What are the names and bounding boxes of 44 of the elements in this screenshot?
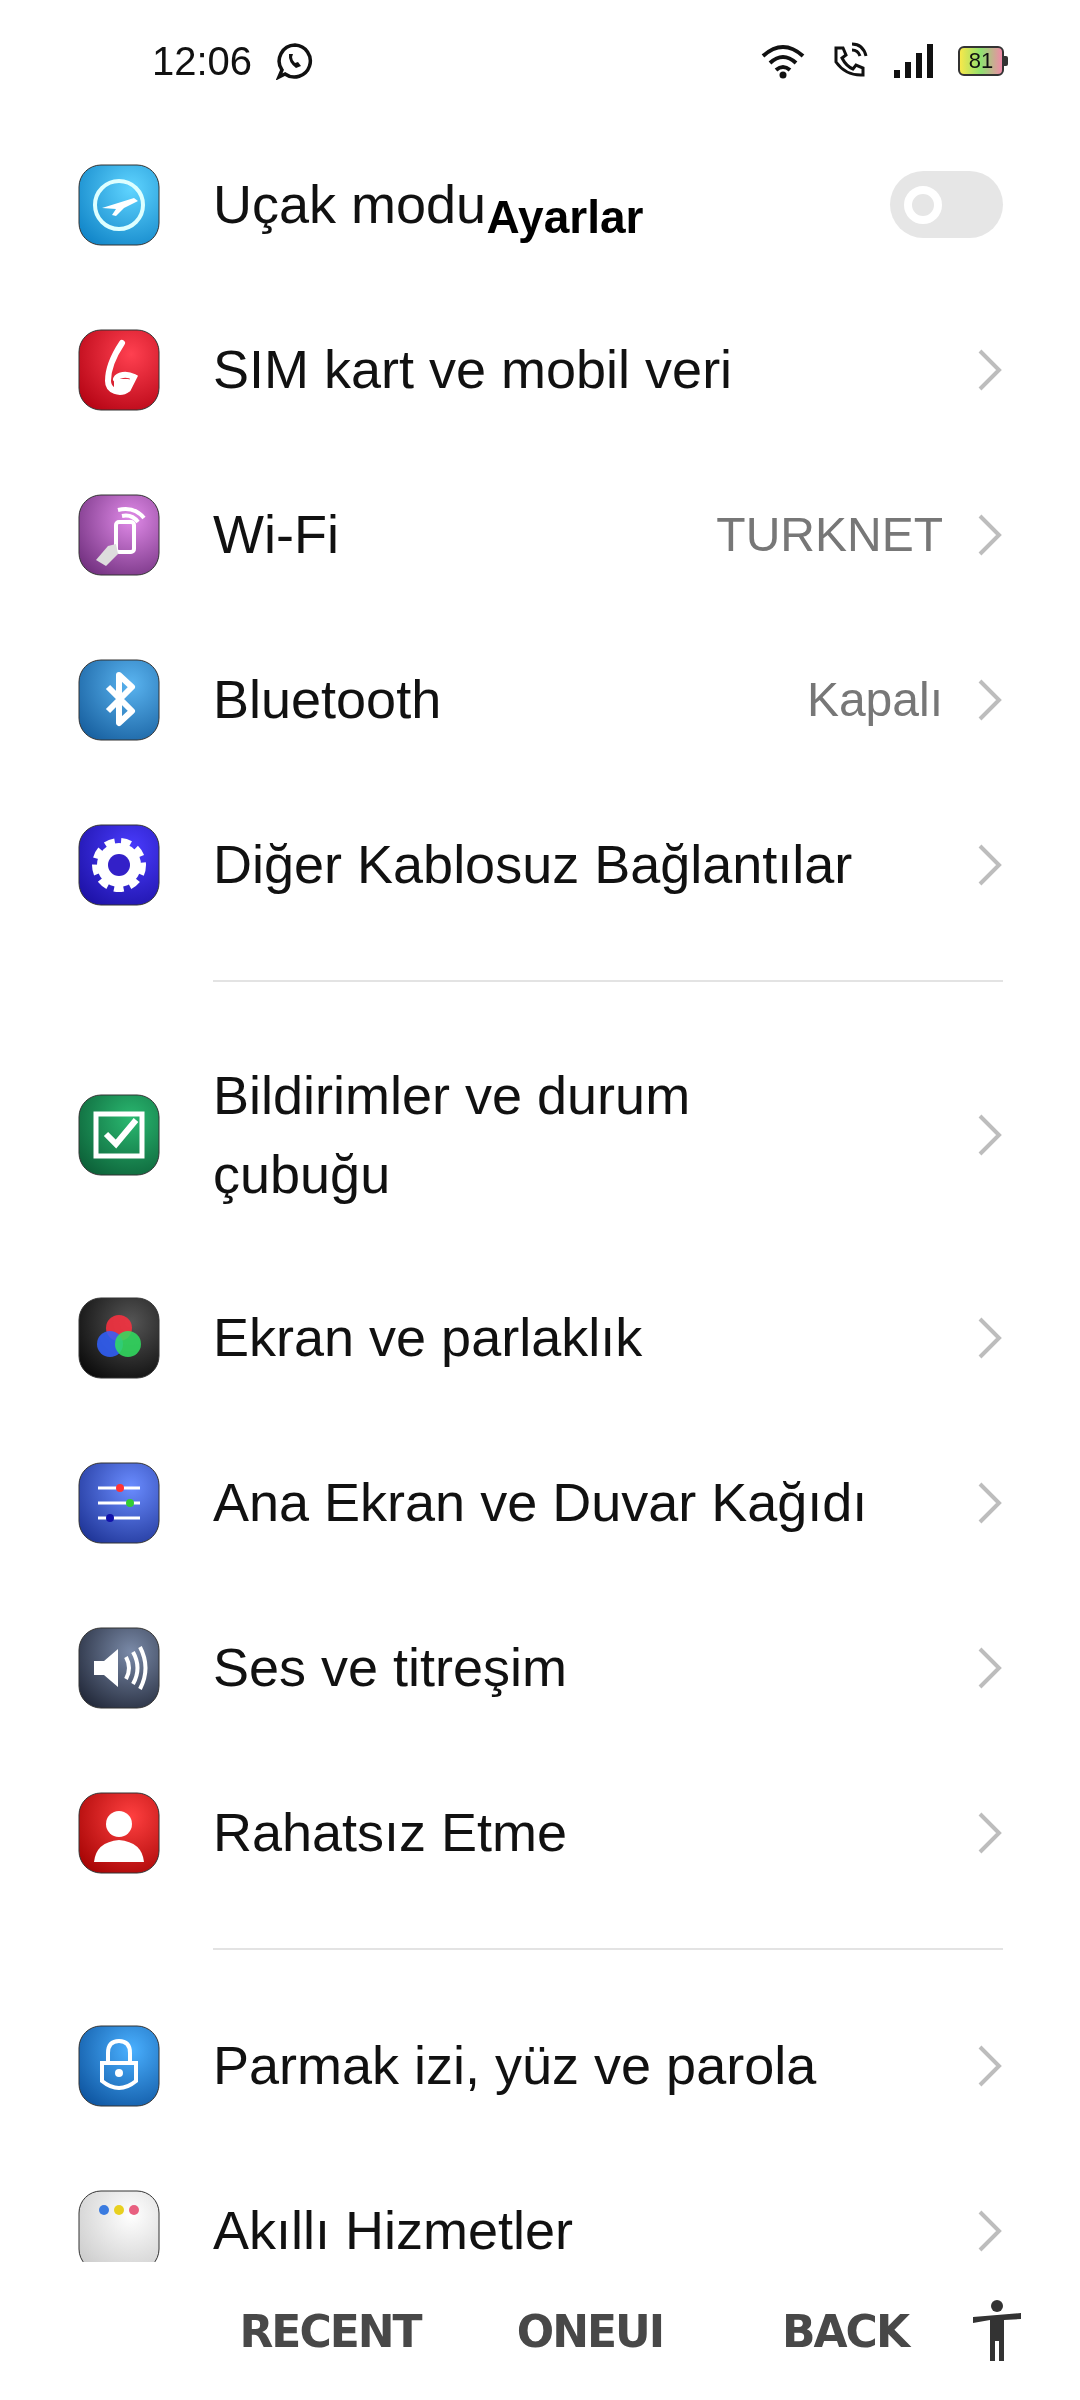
setting-label[interactable]: Ana Ekran ve Duvar Kağıdı (213, 1463, 868, 1542)
accessibility-icon[interactable] (970, 2299, 1024, 2363)
chevron-icon (977, 1480, 1003, 1525)
setting-label[interactable]: Bluetooth (213, 660, 442, 739)
chevron-icon (977, 347, 1003, 392)
gear-icon (78, 823, 160, 906)
setting-label[interactable]: Diğer Kablosuz Bağlantılar (213, 825, 853, 904)
checkmark-icon (78, 1094, 160, 1176)
chevron-icon (977, 1810, 1003, 1855)
chevron-icon (977, 1113, 1003, 1157)
setting-label[interactable]: SIM kart ve mobil veri (213, 330, 733, 409)
setting-label[interactable]: Rahatsız Etme (213, 1793, 568, 1872)
nav-button[interactable]: RECENT (239, 2305, 421, 2357)
chevron-icon (977, 2043, 1003, 2088)
chevron-icon (977, 2208, 1003, 2253)
person-icon (78, 1791, 160, 1874)
padlock-icon (78, 2024, 160, 2107)
setting-value: Kapalı (806, 672, 943, 727)
airplane-icon (78, 163, 160, 246)
chevron-icon (977, 1645, 1003, 1690)
bluetooth-icon (78, 658, 160, 741)
wifi-icon (760, 42, 806, 80)
chevron-icon (977, 842, 1003, 887)
page-title: Ayarlar (486, 190, 644, 244)
color-circles-icon (78, 1296, 160, 1379)
chevron-icon (977, 512, 1003, 557)
dots-icon (78, 2189, 160, 2262)
nav-button[interactable]: ONEUI (516, 2305, 664, 2357)
setting-value: TURKNET (716, 507, 943, 562)
chat-bubble-icon (276, 42, 315, 80)
sliders-icon (78, 1461, 160, 1544)
setting-label[interactable]: Ekran ve parlaklık (213, 1298, 643, 1377)
chevron-icon (977, 1315, 1003, 1360)
speaker-icon (78, 1626, 160, 1709)
setting-label[interactable]: Wi-Fi (213, 495, 339, 574)
signal-icon (892, 42, 934, 80)
setting-label[interactable]: Parmak izi, yüz ve parola (213, 2026, 817, 2105)
setting-label[interactable]: Bildirimler ve durum çubuğu (213, 1056, 691, 1214)
setting-label[interactable]: Akıllı Hizmetler (213, 2191, 574, 2262)
setting-label[interactable]: Ses ve titreşim (213, 1628, 568, 1707)
setting-label[interactable]: Uçak modu (213, 165, 487, 244)
clock: 12:06 (152, 38, 253, 84)
hand-phone-icon (78, 493, 160, 576)
chevron-icon (977, 677, 1003, 722)
